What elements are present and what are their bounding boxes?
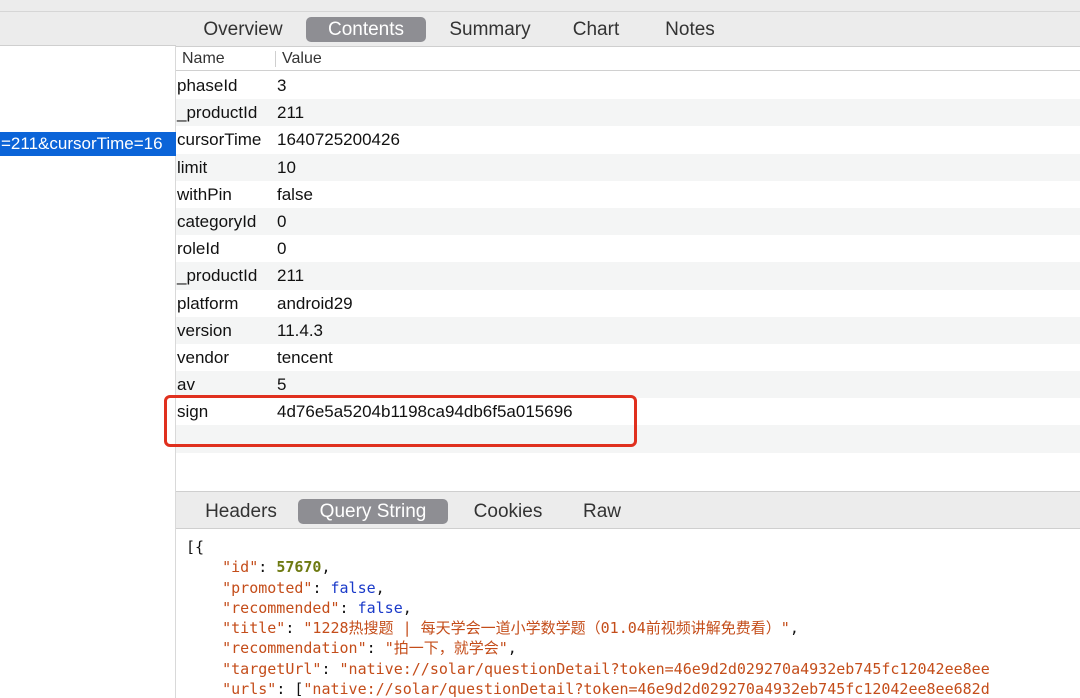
param-name: _productId	[177, 266, 258, 286]
table-row[interactable]: categoryId 0	[176, 207, 1080, 236]
json-boolean: false	[357, 598, 403, 617]
json-string: "拍一下，就学会"	[384, 639, 508, 658]
table-row[interactable]: vendor tencent	[176, 344, 1080, 371]
param-name: platform	[177, 293, 239, 313]
json-string: "native://solar/questionDetail?token=46e…	[303, 680, 990, 698]
param-name: version	[177, 320, 232, 340]
tab-cookies[interactable]: Cookies	[464, 499, 552, 524]
param-value: tencent	[277, 347, 333, 367]
selected-request-row[interactable]: =211&cursorTime=16	[0, 132, 176, 156]
table-row[interactable]: phaseId 3	[176, 72, 1080, 99]
table-row[interactable]: cursorTime 1640725200426	[176, 126, 1080, 153]
params-table-header: Name Value	[176, 47, 1080, 71]
table-row[interactable]: withPin false	[176, 181, 1080, 208]
json-punct: :	[321, 659, 340, 678]
param-value: 211	[277, 266, 305, 286]
json-string: "1228热搜题 | 每天学会一道小学数学题（01.04前视频讲解免费看）"	[303, 619, 790, 638]
tab-headers[interactable]: Headers	[196, 499, 286, 524]
table-row[interactable]: version 11.4.3	[176, 316, 1080, 344]
json-punct: :	[258, 558, 277, 577]
param-value: 0	[277, 239, 287, 259]
param-value: 3	[277, 76, 287, 95]
json-key: "targetUrl"	[222, 659, 322, 678]
column-header-name[interactable]: Name	[182, 47, 225, 71]
json-punct: ,	[789, 619, 799, 638]
table-row[interactable]: platform android29	[176, 290, 1080, 317]
json-string: "native://solar/questionDetail?token=46e…	[339, 659, 990, 678]
json-key: "recommended"	[222, 598, 340, 617]
param-name: limit	[177, 157, 208, 177]
column-header-value[interactable]: Value	[282, 47, 322, 71]
param-value: 1640725200426	[277, 130, 400, 150]
json-key: "urls"	[222, 680, 277, 698]
param-name: cursorTime	[177, 130, 262, 150]
tab-raw[interactable]: Raw	[572, 499, 632, 524]
json-response-view[interactable]: [{ "id": 57670, "promoted": false, "reco…	[186, 537, 1080, 698]
param-value: false	[277, 184, 313, 204]
tab-overview[interactable]: Overview	[198, 17, 288, 42]
param-value: android29	[277, 293, 353, 313]
json-punct: ,	[402, 598, 412, 617]
json-key: "title"	[222, 619, 286, 638]
param-name: phaseId	[177, 76, 238, 95]
param-name: withPin	[177, 184, 232, 204]
json-punct: : [	[276, 680, 304, 698]
param-value: 0	[277, 211, 287, 231]
json-punct: :	[312, 578, 331, 597]
tab-contents[interactable]: Contents	[306, 17, 426, 42]
json-key: "recommendation"	[222, 639, 367, 658]
tab-chart[interactable]: Chart	[564, 17, 628, 42]
table-footer	[176, 481, 1080, 491]
json-key: "promoted"	[222, 578, 313, 597]
tab-summary[interactable]: Summary	[444, 17, 536, 42]
sidebar-header	[0, 12, 176, 46]
table-row[interactable]: _productId 211	[176, 262, 1080, 290]
json-punct: :	[339, 598, 358, 617]
table-row[interactable]: _productId 211	[176, 99, 1080, 127]
json-key: "id"	[222, 558, 259, 577]
json-punct: :	[285, 619, 304, 638]
param-name: _productId	[177, 103, 258, 123]
column-divider[interactable]	[275, 51, 276, 67]
json-number: 57670	[276, 558, 322, 577]
tab-notes[interactable]: Notes	[656, 17, 724, 42]
sign-highlight-annotation	[164, 395, 637, 447]
param-value: 211	[277, 103, 305, 123]
table-row[interactable]: limit 10	[176, 153, 1080, 181]
json-punct: ,	[375, 578, 385, 597]
param-value: 10	[277, 157, 296, 177]
window-top-strip	[0, 0, 1080, 12]
tab-query-string[interactable]: Query String	[298, 499, 448, 524]
json-punct: ,	[507, 639, 517, 658]
response-tab-bar: Headers Query String Cookies Raw	[176, 491, 1080, 529]
empty-table-row	[176, 453, 1080, 480]
table-row[interactable]: roleId 0	[176, 235, 1080, 262]
json-punct: :	[366, 639, 385, 658]
param-name: roleId	[177, 239, 220, 259]
request-list-sidebar: =211&cursorTime=16	[0, 12, 176, 698]
inspector-tab-bar: Overview Contents Summary Chart Notes	[176, 12, 1080, 47]
param-name: categoryId	[177, 211, 257, 231]
param-value: 11.4.3	[277, 320, 324, 340]
param-name: vendor	[177, 347, 229, 367]
json-bracket: [{	[186, 538, 205, 556]
json-punct: ,	[321, 558, 331, 577]
json-boolean: false	[330, 578, 376, 597]
